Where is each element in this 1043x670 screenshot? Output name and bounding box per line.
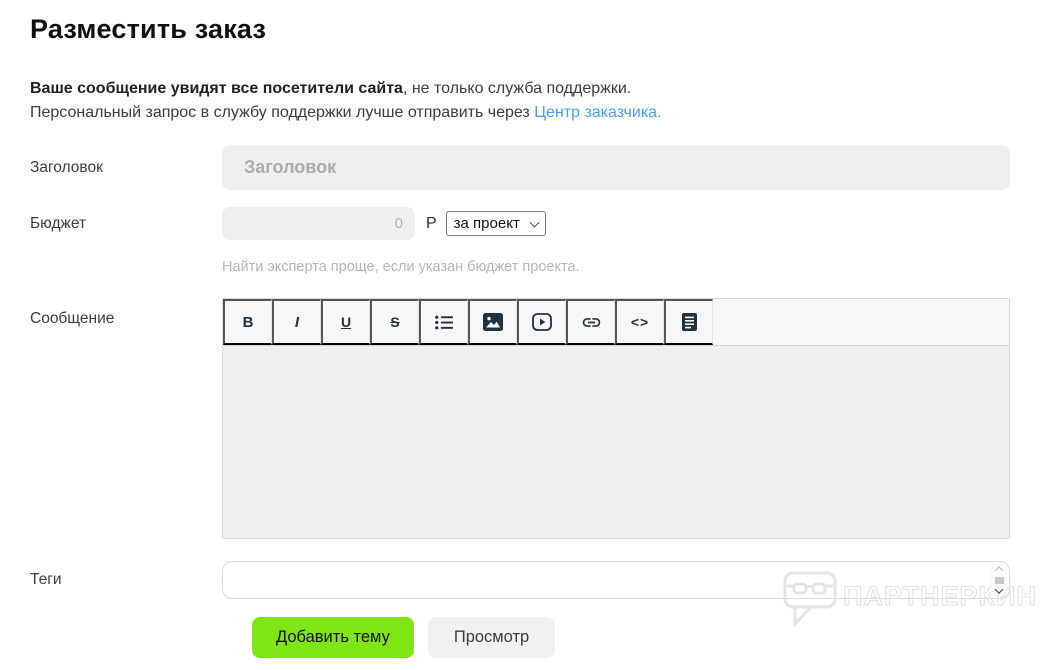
- intro-line-1-rest: , не только служба поддержки.: [402, 80, 632, 97]
- tags-scrollbar[interactable]: [991, 564, 1007, 596]
- title-row: Заголовок: [30, 145, 1043, 190]
- strikethrough-button[interactable]: S: [370, 299, 419, 345]
- budget-input[interactable]: [222, 207, 415, 240]
- place-order-page: Разместить заказ Ваше сообщение увидят в…: [0, 14, 1043, 670]
- page-title: Разместить заказ: [30, 14, 267, 44]
- italic-icon: I: [294, 313, 300, 331]
- strikethrough-icon: S: [390, 314, 400, 330]
- budget-unit-select-wrap: за проект: [445, 211, 546, 236]
- intro-text: Ваше сообщение увидят все посетители сай…: [30, 77, 1043, 125]
- budget-label: Бюджет: [30, 214, 87, 232]
- budget-hint-row: Найти эксперта проще, если указан бюджет…: [30, 260, 1043, 275]
- preview-button[interactable]: Просмотр: [427, 617, 556, 658]
- budget-unit-select[interactable]: за проект: [445, 211, 546, 236]
- message-row: Сообщение B I U S <>: [30, 298, 1043, 539]
- message-editor-body[interactable]: [223, 346, 1009, 538]
- insert-image-button[interactable]: [468, 299, 517, 345]
- tags-box: [222, 561, 1010, 599]
- intro-line-1: Ваше сообщение увидят все посетители сай…: [30, 77, 1043, 101]
- bullet-list-icon: [435, 315, 453, 329]
- scroll-up-button[interactable]: [991, 564, 1007, 575]
- underline-icon: U: [340, 314, 352, 330]
- insert-link-button[interactable]: [566, 299, 615, 345]
- intro-line-2-text: Персональный запрос в службу поддержки л…: [30, 104, 535, 121]
- image-icon: [483, 313, 503, 331]
- code-icon: <>: [630, 314, 650, 330]
- message-editor: B I U S <>: [222, 298, 1010, 539]
- scrollbar-thumb[interactable]: [994, 576, 1004, 584]
- title-input[interactable]: [222, 145, 1010, 190]
- tags-input[interactable]: [223, 562, 1009, 598]
- video-icon: [532, 313, 552, 331]
- bold-button[interactable]: B: [223, 299, 272, 345]
- customer-center-link[interactable]: Центр заказчика.: [534, 104, 661, 121]
- underline-button[interactable]: U: [321, 299, 370, 345]
- title-label: Заголовок: [30, 158, 103, 176]
- form-actions: Добавить тему Просмотр: [252, 617, 1043, 658]
- article-button[interactable]: [664, 299, 713, 345]
- editor-toolbar: B I U S <>: [223, 299, 1009, 346]
- scroll-down-button[interactable]: [991, 585, 1007, 597]
- article-icon: [681, 313, 697, 331]
- chevron-down-icon: [994, 585, 1004, 594]
- budget-row: Бюджет Р за проект: [30, 207, 1043, 240]
- insert-video-button[interactable]: [517, 299, 566, 345]
- bullet-list-button[interactable]: [419, 299, 468, 345]
- intro-line-1-bold: Ваше сообщение увидят все посетители сай…: [30, 80, 403, 97]
- message-label: Сообщение: [30, 310, 115, 327]
- budget-hint: Найти эксперта проще, если указан бюджет…: [222, 259, 580, 275]
- link-icon: [582, 317, 600, 327]
- currency-label: Р: [426, 214, 437, 232]
- intro-line-2: Персональный запрос в службу поддержки л…: [30, 101, 1043, 125]
- code-button[interactable]: <>: [615, 299, 664, 345]
- bold-icon: B: [242, 313, 254, 331]
- tags-label: Теги: [30, 571, 62, 588]
- order-form: Заголовок Бюджет Р за проект Найти экспе…: [30, 145, 1043, 658]
- chevron-up-icon: [994, 566, 1004, 575]
- tags-row: Теги: [30, 561, 1043, 599]
- budget-control: Р за проект: [222, 207, 546, 240]
- add-topic-button[interactable]: Добавить тему: [252, 617, 414, 658]
- italic-button[interactable]: I: [272, 299, 321, 345]
